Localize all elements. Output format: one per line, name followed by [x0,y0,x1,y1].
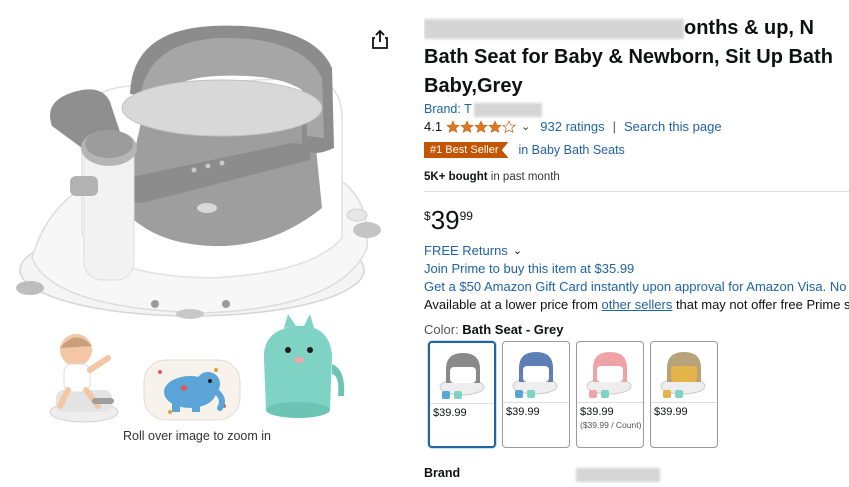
brand-link[interactable]: Brand: T [424,102,542,117]
bought-count-bold: 5K+ bought [424,171,488,183]
color-swatch-grey[interactable]: $39.99 [428,341,496,448]
zoom-hint: Roll over image to zoom in [123,429,271,443]
image-gallery: Roll over image to zoom in [0,0,400,487]
star-full-icon [488,119,502,133]
swatch-pink-image [586,352,632,398]
search-page-link[interactable]: Search this page [624,119,722,134]
color-swatch-pink[interactable]: $39.99 ($39.99 / Count) [576,341,644,448]
swatch-grey-image [439,353,485,399]
title-line-3: Baby,Grey [424,75,523,97]
star-full-icon [446,119,460,133]
swatch-price: $39.99 [654,406,688,418]
star-rating[interactable] [446,119,517,134]
lower-price-note: Available at a lower price from other se… [424,297,849,312]
elephant-sponge-image [143,359,241,421]
chevron-down-icon[interactable]: ⌄ [521,120,530,133]
price-symbol: $ [424,209,431,223]
spec-brand-label: Brand [424,466,461,480]
blurred-brand [473,102,542,117]
category-link[interactable]: in Baby Bath Seats [518,143,624,157]
rinse-cup-image [263,314,345,418]
swatch-yellow-image [660,352,706,398]
rating-value: 4.1 [424,119,443,134]
lower-price-suffix: that may not offer free Prime s [672,297,849,312]
lower-price-prefix: Available at a lower price from [424,297,602,312]
share-icon[interactable] [368,28,392,52]
free-returns-link[interactable]: FREE Returns ⌄ [424,243,522,258]
price-fraction: 99 [459,209,473,223]
price: $ 39 99 [424,206,473,234]
swatch-unit-price: ($39.99 / Count) [580,420,642,430]
color-label-prefix: Color: [424,322,463,337]
color-label: Color: Bath Seat - Grey [424,322,563,337]
prime-offer-link[interactable]: Join Prime to buy this item at $35.99 [424,261,634,276]
swatch-divider [430,403,494,404]
color-swatch-blue[interactable]: $39.99 [502,341,570,448]
color-swatches: $39.99 $39.99 $39.99 ($39.99 / Count) $3… [428,341,848,449]
ratings-count-link[interactable]: 932 ratings [540,119,604,134]
baby-in-seat-image [49,334,119,423]
best-seller-badge[interactable]: #1 Best Seller [424,142,509,158]
separator: | [612,119,617,134]
chevron-down-icon: ⌄ [512,245,523,257]
bought-count-rest: in past month [487,171,560,183]
swatch-divider [577,402,643,403]
free-returns-text: FREE Returns [424,243,508,258]
star-full-icon [474,119,488,133]
product-info: onths & up, N Bath Seat for Baby & Newbo… [424,0,849,487]
swatch-price: $39.99 [580,406,614,418]
accessory-images [40,310,360,430]
title-line-1: onths & up, N [424,14,849,43]
title-line-1-text: onths & up, N [684,17,814,39]
main-product-image[interactable] [12,8,392,324]
rating-row: 4.1 ⌄ 932 ratings | Search this page [424,119,722,134]
gift-card-offer-link[interactable]: Get a $50 Amazon Gift Card instantly upo… [424,279,849,294]
swatch-blue-image [512,352,558,398]
color-selected-value: Bath Seat - Grey [462,322,564,337]
swatch-price: $39.99 [433,407,467,419]
star-empty-icon [502,119,517,133]
swatch-divider [503,402,569,403]
product-title: onths & up, N Bath Seat for Baby & Newbo… [424,14,849,101]
swatch-price: $39.99 [506,406,540,418]
bought-count: 5K+ bought in past month [424,171,560,183]
blurred-text [424,18,684,39]
title-line-2: Bath Seat for Baby & Newborn, Sit Up Bat… [424,46,833,68]
star-full-icon [460,119,474,133]
brand-link-text: Brand: T [424,102,472,116]
other-sellers-link[interactable]: other sellers [602,297,673,312]
best-seller-row: #1 Best Seller in Baby Bath Seats [424,142,625,158]
divider [424,191,849,192]
color-swatch-yellow[interactable]: $39.99 [650,341,718,448]
price-whole: 39 [430,205,460,235]
swatch-divider [651,402,717,403]
spec-brand-value-blurred [576,468,660,482]
